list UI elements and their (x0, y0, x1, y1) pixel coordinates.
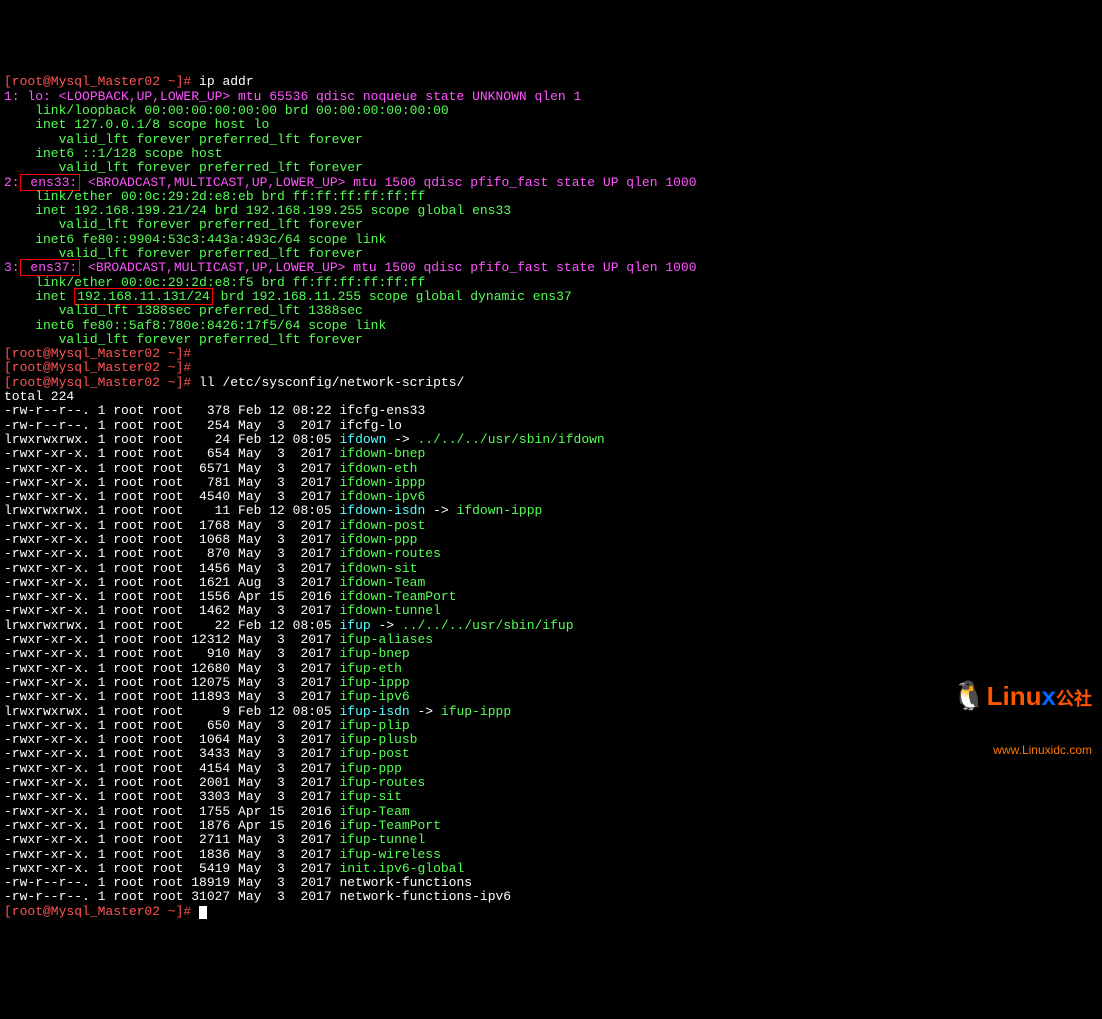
ens33-valid1: valid_lft forever preferred_lft forever (4, 217, 363, 232)
ens33-header: <BROADCAST,MULTICAST,UP,LOWER_UP> mtu 15… (80, 175, 696, 190)
command-ll: ll /etc/sysconfig/network-scripts/ (199, 375, 464, 390)
ens37-inet6: inet6 fe80::5af8:780e:8426:17f5/64 scope… (4, 318, 386, 333)
ens33-inet6: inet6 fe80::9904:53c3:443a:493c/64 scope… (4, 232, 386, 247)
file-listing: -rw-r--r--. 1 root root 378 Feb 12 08:22… (4, 404, 1098, 904)
ens37-inet-post: brd 192.168.11.255 scope global dynamic … (213, 289, 572, 304)
logo-url: www.Linuxidc.com (952, 744, 1092, 757)
ens33-num: 2: (4, 175, 20, 190)
shell-prompt: [root@Mysql_Master02 ~]# (4, 346, 191, 361)
lo-header: 1: lo: <LOOPBACK,UP,LOWER_UP> mtu 65536 … (4, 89, 581, 104)
ens37-valid2: valid_lft forever preferred_lft forever (4, 332, 363, 347)
total-line: total 224 (4, 389, 74, 404)
watermark-logo: 🐧Linux公社 www.Linuxidc.com (952, 654, 1092, 771)
shell-prompt: [root@Mysql_Master02 ~]# (4, 904, 191, 919)
shell-prompt: [root@Mysql_Master02 ~]# (4, 360, 191, 375)
lo-inet6: inet6 ::1/128 scope host (4, 146, 222, 161)
ens37-num: 3: (4, 260, 20, 275)
lo-valid1: valid_lft forever preferred_lft forever (4, 132, 363, 147)
logo-text-linu: Linu (987, 681, 1042, 711)
terminal-output[interactable]: [root@Mysql_Master02 ~]# ip addr 1: lo: … (4, 61, 1098, 919)
lo-inet: inet 127.0.0.1/8 scope host lo (4, 117, 269, 132)
ens37-link: link/ether 00:0c:29:2d:e8:f5 brd ff:ff:f… (4, 275, 425, 290)
ens33-inet: inet 192.168.199.21/24 brd 192.168.199.2… (4, 203, 511, 218)
shell-prompt: [root@Mysql_Master02 ~]# (4, 74, 191, 89)
ens37-header: <BROADCAST,MULTICAST,UP,LOWER_UP> mtu 15… (80, 260, 696, 275)
ens37-valid1: valid_lft 1388sec preferred_lft 1388sec (4, 303, 363, 318)
ens37-inet-pre: inet (4, 289, 74, 304)
cursor (199, 906, 207, 919)
logo-text-x: x (1042, 681, 1056, 711)
shell-prompt: [root@Mysql_Master02 ~]# (4, 375, 191, 390)
logo-text-sub: 公社 (1056, 689, 1092, 709)
penguin-icon: 🐧 (952, 683, 987, 714)
command-ip-addr: ip addr (199, 74, 254, 89)
lo-link: link/loopback 00:00:00:00:00:00 brd 00:0… (4, 103, 449, 118)
ens33-link: link/ether 00:0c:29:2d:e8:eb brd ff:ff:f… (4, 189, 425, 204)
